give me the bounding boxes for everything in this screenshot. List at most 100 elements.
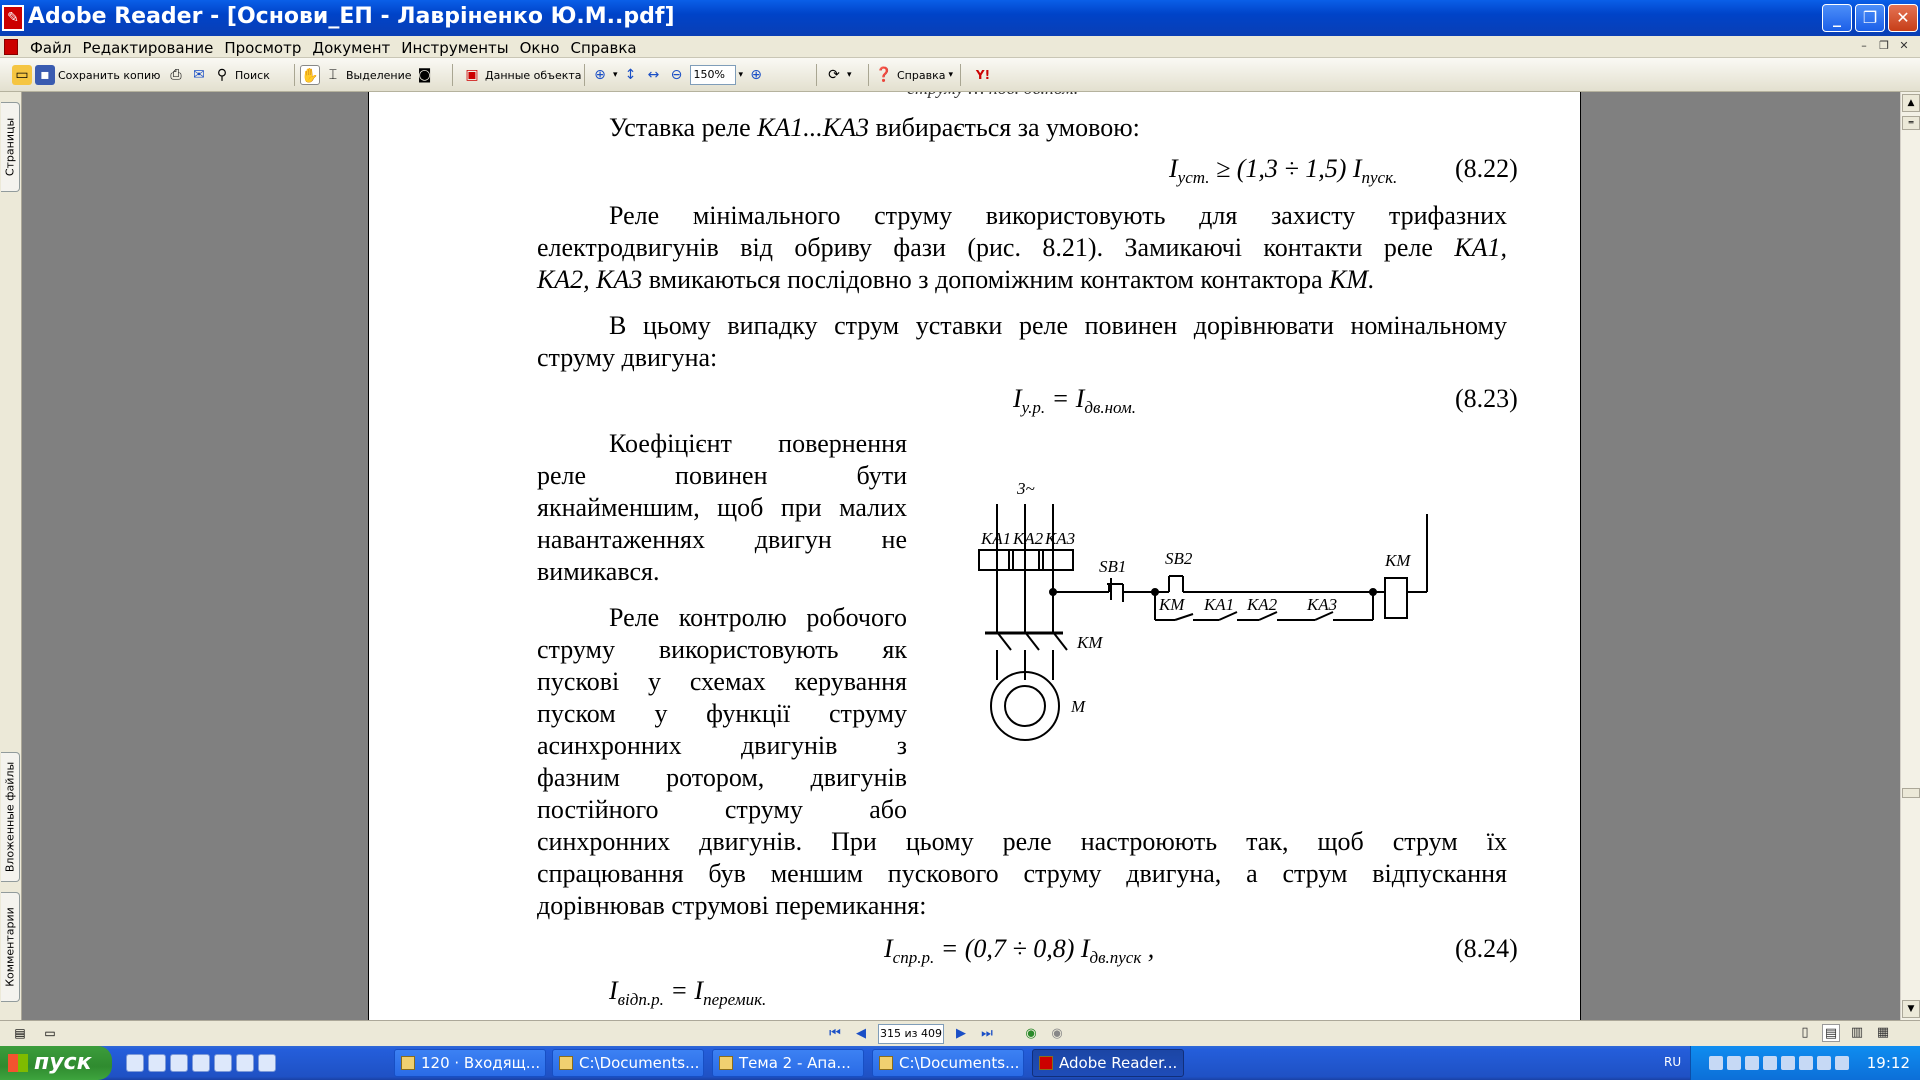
quicklaunch-media-player-icon[interactable] <box>214 1054 232 1072</box>
task-word-document[interactable]: Тема 2 - Апа... <box>712 1049 864 1077</box>
supply-label: 3~ <box>1016 479 1035 498</box>
split-view-handle[interactable]: ═ <box>1902 116 1920 130</box>
single-page-view-icon[interactable]: ▯ <box>1796 1024 1814 1042</box>
quicklaunch-wordpad-icon[interactable] <box>170 1054 188 1072</box>
menu-file[interactable]: Файл <box>28 37 80 57</box>
doc-close-icon[interactable]: ✕ <box>1896 38 1912 54</box>
go-forward-icon[interactable]: ◉ <box>1048 1025 1066 1043</box>
scroll-thumb[interactable] <box>1902 788 1920 798</box>
navigation-panel: Страницы Вложенные файлы Комментарии <box>0 92 22 1020</box>
quicklaunch-app-icon[interactable] <box>192 1054 210 1072</box>
zoom-in-tool-icon[interactable]: ⊕ <box>590 65 610 85</box>
start-button[interactable]: пуск <box>0 1046 112 1080</box>
hand-tool-icon[interactable]: ✋ <box>300 65 320 85</box>
tray-update-icon[interactable] <box>1763 1056 1777 1070</box>
help-icon[interactable]: ❓ <box>874 65 894 85</box>
menu-window[interactable]: Окно <box>518 37 569 57</box>
tray-antivirus-icon[interactable] <box>1781 1056 1795 1070</box>
fit-width-icon[interactable]: ↔ <box>644 65 664 85</box>
menu-view[interactable]: Просмотр <box>222 37 310 57</box>
previous-page-icon[interactable]: ◀ <box>852 1025 870 1043</box>
panel-toggle-icon[interactable]: ▤ <box>10 1023 30 1043</box>
print-icon[interactable]: ⎙ <box>166 65 186 85</box>
menu-help[interactable]: Справка <box>568 37 645 57</box>
binoculars-icon[interactable]: ⚲ <box>212 65 232 85</box>
document-icon[interactable] <box>4 39 18 55</box>
zoom-input[interactable]: 150% <box>689 65 736 85</box>
task-mail[interactable]: 120 · Входящ... <box>394 1049 546 1077</box>
first-page-icon[interactable]: ⏮ <box>826 1025 844 1043</box>
doc-restore-icon[interactable]: ❐ <box>1876 38 1892 54</box>
tab-pages[interactable]: Страницы <box>1 102 20 192</box>
menu-document[interactable]: Документ <box>310 37 399 57</box>
open-folder-icon[interactable]: ▭ <box>12 65 32 85</box>
formula-8-25: Iвідп.р. = Iперемик. <box>609 976 767 1010</box>
data-objects-button[interactable]: Данные объекта <box>485 69 582 82</box>
restore-button[interactable]: ❐ <box>1855 4 1885 32</box>
paragraph-2-line-1: Реле мінімального струму використовують … <box>609 201 1507 230</box>
email-icon[interactable]: ✉ <box>189 65 209 85</box>
zoom-tool-dropdown-icon[interactable]: ▾ <box>613 70 618 80</box>
facing-view-icon[interactable]: ▥ <box>1848 1024 1866 1042</box>
quicklaunch-desktop-icon[interactable] <box>126 1054 144 1072</box>
yahoo-toolbar-icon[interactable]: Y! <box>966 65 1000 85</box>
help-dropdown-icon[interactable]: ▾ <box>948 70 953 80</box>
zoom-dropdown-icon[interactable]: ▾ <box>739 70 744 80</box>
formula-8-23: Iу.р. = Iдв.ном. <box>1013 384 1136 418</box>
tray-security-icon[interactable] <box>1745 1056 1759 1070</box>
snapshot-icon[interactable]: ◙ <box>415 65 435 85</box>
mail-icon <box>401 1056 415 1070</box>
data-objects-icon[interactable]: ▣ <box>462 65 482 85</box>
relay-label-ka3: КА3 <box>1044 529 1075 548</box>
task-explorer-2[interactable]: C:\Documents... <box>872 1049 1024 1077</box>
tray-safely-remove-icon[interactable] <box>1835 1056 1849 1070</box>
document-properties-icon[interactable]: ▭ <box>40 1023 60 1043</box>
select-tool-button[interactable]: Выделение <box>346 69 412 82</box>
quicklaunch-chrome-icon[interactable] <box>258 1054 276 1072</box>
continuous-view-icon[interactable]: ▤ <box>1822 1024 1840 1042</box>
close-button[interactable]: ✕ <box>1888 4 1918 32</box>
tray-network-icon[interactable] <box>1709 1056 1723 1070</box>
tray-volume-icon[interactable] <box>1799 1056 1813 1070</box>
select-cursor-icon[interactable]: ⌶ <box>323 65 343 85</box>
tray-app-icon[interactable] <box>1727 1056 1741 1070</box>
paragraph-3-line-2: струму двигуна: <box>537 343 718 372</box>
tab-attachments[interactable]: Вложенные файлы <box>1 752 20 882</box>
page-number-input[interactable]: 315 из 409 <box>878 1024 944 1044</box>
clock[interactable]: 19:12 <box>1867 1054 1910 1072</box>
fit-height-icon[interactable]: ↕ <box>621 65 641 85</box>
button-label-sb1: SB1 <box>1099 557 1126 576</box>
go-back-icon[interactable]: ◉ <box>1022 1025 1040 1043</box>
menu-edit[interactable]: Редактирование <box>80 37 222 57</box>
document-viewer[interactable]: струму … пов. дв.ном. Уставка реле КА1..… <box>22 92 1900 1020</box>
equation-number-8-22: (8.22) <box>1455 154 1518 183</box>
rotate-view-icon[interactable]: ⟳ <box>824 65 844 85</box>
tab-comments[interactable]: Комментарии <box>1 892 20 1002</box>
minimize-button[interactable]: _ <box>1822 4 1852 32</box>
tray-device-icon[interactable] <box>1817 1056 1831 1070</box>
next-page-icon[interactable]: ▶ <box>952 1025 970 1043</box>
continuous-facing-view-icon[interactable]: ▦ <box>1874 1024 1892 1042</box>
paragraph-2-line-2: електродвигунів від обриву фази (рис. 8.… <box>537 233 1508 262</box>
last-page-icon[interactable]: ⏭ <box>978 1025 996 1043</box>
system-tray: 19:12 <box>1690 1046 1920 1080</box>
quicklaunch-word-icon[interactable] <box>148 1054 166 1072</box>
scroll-up-icon[interactable]: ▲ <box>1902 94 1920 112</box>
save-icon[interactable]: ▪ <box>35 65 55 85</box>
menu-tools[interactable]: Инструменты <box>399 37 517 57</box>
language-indicator[interactable]: RU <box>1664 1055 1681 1069</box>
quicklaunch-checkmark-icon[interactable] <box>236 1054 254 1072</box>
task-adobe-reader[interactable]: Adobe Reader... <box>1032 1049 1184 1077</box>
zoom-out-icon[interactable]: ⊖ <box>667 65 687 85</box>
doc-minimize-icon[interactable]: – <box>1856 38 1872 54</box>
adobe-reader-icon <box>1039 1056 1053 1070</box>
scroll-down-icon[interactable]: ▼ <box>1902 1000 1920 1018</box>
task-explorer-1[interactable]: C:\Documents... <box>552 1049 704 1077</box>
rotate-dropdown-icon[interactable]: ▾ <box>847 70 852 80</box>
save-copy-button[interactable]: Сохранить копию <box>58 69 160 82</box>
zoom-in-icon[interactable]: ⊕ <box>746 65 766 85</box>
search-button[interactable]: Поиск <box>235 69 270 82</box>
vertical-scrollbar[interactable]: ▲ ═ ▼ <box>1900 92 1920 1020</box>
help-button[interactable]: Справка <box>897 69 945 82</box>
contact-label-ka2: КА2 <box>1246 595 1278 614</box>
